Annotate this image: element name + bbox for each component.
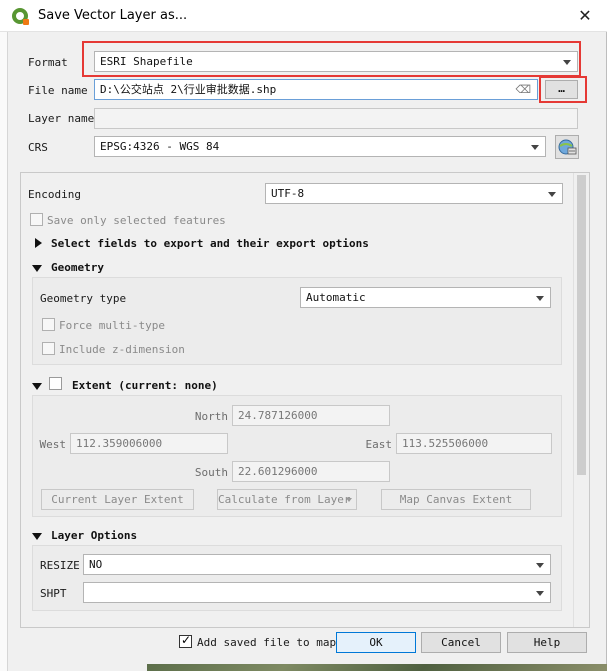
format-combo[interactable]: ESRI Shapefile (94, 51, 578, 72)
layer-name-label: Layer name (28, 112, 95, 125)
crs-combo[interactable]: EPSG:4326 - WGS 84 (94, 136, 546, 157)
save-selected-label: Save only selected features (47, 214, 226, 227)
clear-icon[interactable]: ⌫ (515, 80, 531, 99)
file-name-label: File name (28, 84, 88, 97)
layer-name-input[interactable] (94, 108, 578, 129)
collapse-arrow-icon[interactable] (32, 265, 42, 272)
vertical-scrollbar[interactable] (573, 173, 589, 627)
extent-header[interactable]: Extent (current: none) (72, 379, 218, 392)
chevron-down-icon (536, 563, 544, 568)
ok-button[interactable]: OK (336, 632, 416, 653)
geometry-header[interactable]: Geometry (51, 261, 104, 274)
help-button[interactable]: Help (507, 632, 587, 653)
crs-value: EPSG:4326 - WGS 84 (100, 140, 220, 153)
file-name-input[interactable]: D:\公交站点 2\行业审批数据.shp ⌫ (94, 79, 538, 100)
add-saved-checkbox[interactable] (179, 633, 192, 648)
close-icon[interactable]: ✕ (574, 5, 596, 27)
shpt-combo[interactable] (83, 582, 551, 603)
encoding-label: Encoding (28, 188, 81, 201)
select-fields-header[interactable]: Select fields to export and their export… (51, 237, 369, 250)
calculate-from-layer-label: Calculate from Layer (218, 493, 351, 506)
window-title: Save Vector Layer as... (38, 8, 188, 23)
resize-label: RESIZE (40, 559, 80, 572)
force-multi-checkbox[interactable] (42, 318, 55, 331)
south-label: South (194, 466, 228, 479)
file-name-value: D:\公交站点 2\行业审批数据.shp (100, 83, 277, 96)
save-selected-checkbox[interactable] (30, 213, 43, 226)
format-label: Format (28, 56, 68, 69)
encoding-combo[interactable]: UTF-8 (265, 183, 563, 204)
chevron-down-icon (531, 145, 539, 150)
title-bar: Save Vector Layer as... ✕ (0, 0, 607, 32)
west-label: West (39, 438, 67, 451)
force-multi-label: Force multi-type (59, 319, 165, 332)
west-input[interactable]: 112.359006000 (70, 433, 228, 454)
calculate-from-layer-button[interactable]: Calculate from Layer (217, 489, 357, 510)
east-label: East (365, 438, 393, 451)
north-label: North (194, 410, 228, 423)
chevron-down-icon (548, 192, 556, 197)
expand-arrow-icon[interactable] (35, 238, 42, 248)
north-input[interactable]: 24.787126000 (232, 405, 390, 426)
globe-icon (558, 139, 577, 155)
browse-button[interactable]: … (545, 80, 578, 99)
crs-label: CRS (28, 141, 48, 154)
chevron-down-icon (536, 296, 544, 301)
geometry-type-label: Geometry type (40, 292, 127, 305)
geometry-type-value: Automatic (306, 291, 366, 304)
east-input[interactable]: 113.525506000 (396, 433, 552, 454)
collapse-arrow-icon[interactable] (32, 383, 42, 390)
resize-value: NO (89, 558, 103, 571)
encoding-value: UTF-8 (271, 187, 305, 200)
collapse-arrow-icon[interactable] (32, 533, 42, 540)
cancel-button[interactable]: Cancel (421, 632, 501, 653)
qgis-logo-icon (12, 8, 29, 25)
shpt-label: SHPT (40, 587, 67, 600)
extent-checkbox[interactable] (49, 377, 62, 390)
chevron-down-icon (536, 591, 544, 596)
map-canvas-extent-button[interactable]: Map Canvas Extent (381, 489, 531, 510)
include-z-label: Include z-dimension (59, 343, 185, 356)
crs-select-button[interactable] (555, 135, 579, 159)
scrollbar-thumb[interactable] (577, 175, 586, 475)
chevron-down-icon (563, 60, 571, 65)
south-input[interactable]: 22.601296000 (232, 461, 390, 482)
chevron-down-icon (346, 498, 352, 502)
layer-options-header[interactable]: Layer Options (51, 529, 137, 542)
add-saved-label: Add saved file to map (197, 636, 337, 649)
resize-combo[interactable]: NO (83, 554, 551, 575)
include-z-checkbox[interactable] (42, 342, 55, 355)
background-window-strip (0, 32, 8, 671)
geometry-type-combo[interactable]: Automatic (300, 287, 551, 308)
background-map-image (147, 664, 607, 671)
current-layer-extent-button[interactable]: Current Layer Extent (41, 489, 194, 510)
format-value: ESRI Shapefile (100, 55, 193, 68)
